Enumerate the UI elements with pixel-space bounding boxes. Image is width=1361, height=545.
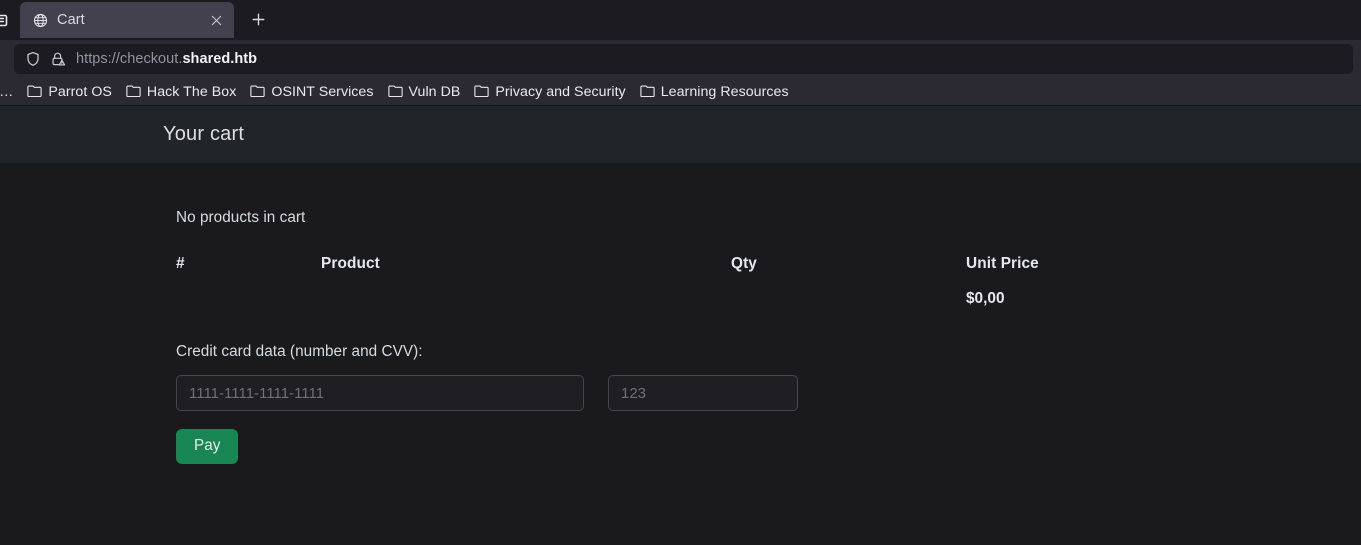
- total-cell-qty: [731, 279, 966, 319]
- cart-table: # Product Qty Unit Price $0,00: [176, 249, 1286, 319]
- bookmark-item-vuln-db[interactable]: Vuln DB: [381, 82, 468, 102]
- column-header-product: Product: [321, 255, 380, 272]
- total-cell-product: [321, 279, 731, 319]
- tab-title: Cart: [57, 12, 85, 28]
- page-container: No products in cart # Product Qty Unit P…: [0, 163, 1361, 464]
- folder-icon: [126, 84, 141, 99]
- cvv-input[interactable]: [608, 375, 798, 411]
- bookmark-label: Hack The Box: [146, 83, 237, 100]
- site-navbar: Your cart: [0, 106, 1361, 163]
- card-number-input[interactable]: [176, 375, 584, 411]
- bookmark-label: Parrot OS: [48, 83, 112, 100]
- bookmark-label: Learning Resources: [660, 83, 789, 100]
- column-header-qty: Qty: [731, 255, 757, 272]
- pay-button[interactable]: Pay: [176, 429, 239, 464]
- page-viewport: Your cart No products in cart # Product …: [0, 106, 1361, 545]
- bookmark-label: OSINT Services: [271, 83, 374, 100]
- url-bar[interactable]: https://checkout.shared.htb: [14, 44, 1353, 74]
- bookmarks-bar: s… Parrot OS Hack The Box: [0, 78, 1361, 106]
- page-title: Your cart: [163, 123, 245, 145]
- navigation-toolbar: https://checkout.shared.htb: [0, 40, 1361, 78]
- empty-cart-message: No products in cart: [176, 209, 306, 226]
- bookmark-item-privacy-and-security[interactable]: Privacy and Security: [467, 82, 632, 102]
- bookmark-item-truncated[interactable]: s…: [0, 82, 20, 102]
- browser-window: Cart https://checkout.shared.htb … Parro…: [0, 0, 1361, 545]
- bookmark-item-learning-resources[interactable]: Learning Resources: [633, 82, 796, 102]
- cart-table-head: # Product Qty Unit Price: [176, 249, 1286, 279]
- bookmark-label: Privacy and Security: [495, 83, 626, 100]
- folder-icon: [250, 84, 266, 99]
- total-cell-num: [176, 279, 321, 319]
- bookmark-item-hack-the-box[interactable]: Hack The Box: [119, 82, 243, 102]
- table-header-row: # Product Qty Unit Price: [176, 249, 1286, 279]
- credit-card-form-row: [176, 375, 1361, 411]
- column-header-num: #: [176, 255, 185, 272]
- url-scheme: https://checkout.: [76, 51, 183, 67]
- lock-warning-icon[interactable]: [50, 51, 67, 68]
- folder-icon: [387, 84, 403, 99]
- column-header-unit-price: Unit Price: [966, 255, 1039, 272]
- url-host: shared.htb: [182, 51, 258, 67]
- bookmark-label: Vuln DB: [408, 83, 461, 100]
- list-all-tabs-icon[interactable]: [0, 4, 12, 38]
- table-row-total: $0,00: [176, 279, 1286, 319]
- new-tab-button[interactable]: [242, 6, 274, 38]
- shield-icon[interactable]: [24, 51, 41, 68]
- bookmark-label: s…: [0, 83, 14, 100]
- bookmark-item-osint-services[interactable]: OSINT Services: [243, 82, 380, 102]
- plus-icon: [251, 12, 266, 32]
- tab-strip: Cart: [0, 0, 1361, 40]
- url-text: https://checkout.shared.htb: [76, 51, 257, 67]
- credit-card-label: Credit card data (number and CVV):: [176, 343, 423, 360]
- folder-icon: [640, 84, 655, 99]
- cart-table-body: $0,00: [176, 279, 1286, 319]
- folder-icon: [27, 84, 43, 99]
- folder-icon: [474, 84, 490, 99]
- browser-tab[interactable]: Cart: [20, 2, 234, 38]
- bookmark-item-parrot-os[interactable]: Parrot OS: [20, 82, 119, 102]
- globe-icon: [32, 12, 48, 28]
- total-cell-unit-price: $0,00: [966, 290, 1005, 307]
- close-icon[interactable]: [206, 10, 226, 30]
